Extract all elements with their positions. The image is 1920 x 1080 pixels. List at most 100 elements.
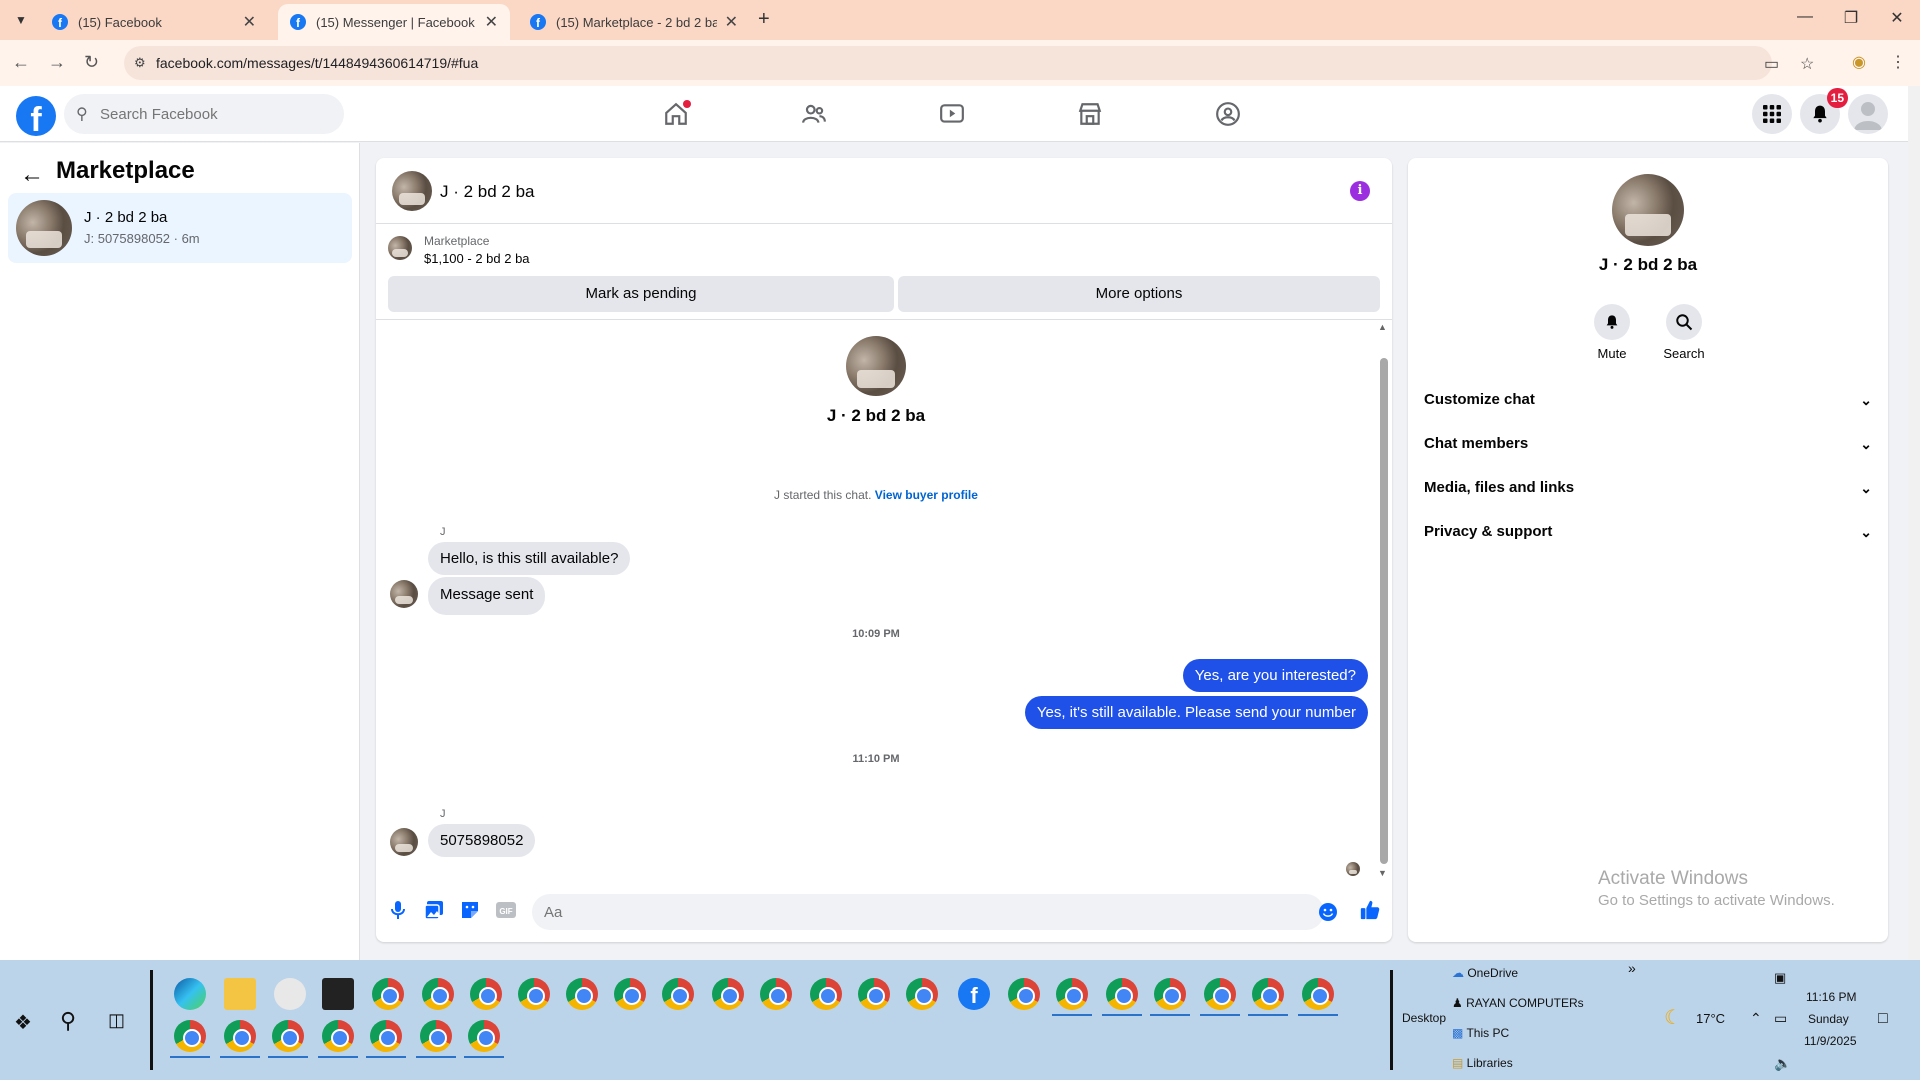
chrome-profile-icon[interactable] [1200, 978, 1240, 1016]
search-input[interactable] [100, 94, 330, 134]
incoming-message[interactable]: Hello, is this still available? [428, 542, 631, 575]
show-hidden-icons[interactable]: ⌃ [1750, 1010, 1762, 1027]
chrome-profile-icon[interactable] [366, 1020, 406, 1058]
chrome-profile-icon[interactable] [170, 1020, 210, 1058]
view-buyer-profile-link[interactable]: View buyer profile [875, 488, 978, 502]
close-tab-icon[interactable]: ✕ [485, 12, 498, 32]
folder-this-pc[interactable]: ▩ This PC [1452, 1026, 1509, 1040]
friends-nav[interactable] [796, 96, 832, 132]
gaming-nav[interactable] [1210, 96, 1246, 132]
back-arrow-icon[interactable]: ← [20, 161, 44, 189]
reload-icon[interactable]: ↻ [84, 52, 99, 73]
chrome-profile-icon[interactable] [662, 978, 694, 1010]
close-window-icon[interactable]: ✕ [1874, 8, 1920, 28]
install-app-icon[interactable]: ▭ [1764, 54, 1779, 74]
facebook-logo-icon[interactable]: f [16, 96, 56, 136]
meet-now-icon[interactable]: ▣ [1774, 970, 1786, 986]
conversation-item[interactable]: J · 2 bd 2 ba J: 5075898052 · 6m [8, 193, 352, 263]
chrome-profile-icon[interactable] [1150, 978, 1190, 1016]
marketplace-nav[interactable] [1072, 96, 1108, 132]
tab-messenger[interactable]: f (15) Messenger | Facebook ✕ [278, 4, 510, 40]
search-action[interactable]: Search [1654, 304, 1714, 361]
close-tab-icon[interactable]: ✕ [725, 12, 738, 32]
mute-button[interactable] [1594, 304, 1630, 340]
outgoing-message[interactable]: Yes, it's still available. Please send y… [1024, 696, 1368, 729]
info-icon[interactable]: i [1350, 181, 1370, 201]
facebook-app-icon[interactable]: f [958, 978, 990, 1010]
windows-start-icon[interactable]: ❖ [14, 1010, 32, 1035]
restore-icon[interactable]: ❐ [1828, 8, 1874, 28]
chrome-profile-icon[interactable] [470, 978, 502, 1010]
mark-pending-button[interactable]: Mark as pending [388, 276, 894, 312]
clock-date[interactable]: 11/9/2025 [1804, 1034, 1857, 1048]
address-bar[interactable]: ⚙ facebook.com/messages/t/14484943606147… [124, 46, 1814, 80]
chrome-profile-icon[interactable] [268, 1020, 308, 1058]
video-nav[interactable] [934, 96, 970, 132]
page-scrollbar[interactable] [1908, 86, 1920, 960]
chrome-profile-icon[interactable] [614, 978, 646, 1010]
scroll-down-icon[interactable]: ▼ [1378, 868, 1387, 878]
emoji-button[interactable] [1316, 900, 1340, 924]
scroll-up-icon[interactable]: ▲ [1378, 322, 1387, 332]
chrome-profile-icon[interactable] [1008, 978, 1040, 1010]
media-files-links-row[interactable]: Media, files and links ⌄ [1424, 466, 1872, 510]
attach-media-button[interactable] [422, 898, 446, 922]
search-box[interactable]: ⚲ [64, 94, 344, 134]
chrome-profile-icon[interactable] [422, 978, 454, 1010]
desktop-toolbar-label[interactable]: Desktop [1402, 1011, 1446, 1025]
tab-marketplace[interactable]: f (15) Marketplace - 2 bd 2 ba | F ✕ [518, 4, 750, 40]
chrome-profile-icon[interactable] [372, 978, 404, 1010]
sender-avatar[interactable] [390, 580, 418, 608]
sticker-button[interactable] [458, 898, 482, 922]
site-settings-icon[interactable]: ⚙ [134, 55, 146, 71]
close-tab-icon[interactable]: ✕ [243, 12, 256, 32]
back-icon[interactable]: ← [12, 52, 30, 73]
clock-day[interactable]: Sunday [1808, 1012, 1849, 1026]
like-button[interactable] [1358, 898, 1382, 922]
chat-members-row[interactable]: Chat members ⌄ [1424, 422, 1872, 466]
chrome-profile-icon[interactable] [416, 1020, 456, 1058]
chrome-profile-icon[interactable] [220, 1020, 260, 1058]
folder-onedrive[interactable]: ☁ OneDrive [1452, 966, 1518, 980]
chat-avatar[interactable] [392, 171, 432, 211]
task-view-icon[interactable]: ◫ [108, 1010, 125, 1031]
sticky-notes-icon[interactable] [322, 978, 354, 1010]
home-nav[interactable] [658, 96, 694, 132]
incoming-message[interactable]: 5075898052 [428, 824, 536, 857]
chrome-profile-icon[interactable] [518, 978, 550, 1010]
privacy-support-row[interactable]: Privacy & support ⌄ [1424, 510, 1872, 554]
listing-price[interactable]: $1,100 - 2 bd 2 ba [424, 251, 530, 266]
file-explorer-icon[interactable] [224, 978, 256, 1010]
chrome-profile-icon[interactable] [1102, 978, 1142, 1016]
bookmark-star-icon[interactable]: ☆ [1800, 54, 1814, 74]
gif-button[interactable]: GIF [494, 898, 518, 922]
outgoing-message[interactable]: Yes, are you interested? [1182, 659, 1368, 692]
folder-libraries[interactable]: ▤ Libraries [1452, 1056, 1513, 1070]
menu-kebab-icon[interactable]: ⋮ [1890, 52, 1906, 72]
scroll-thumb[interactable] [1380, 358, 1388, 864]
minimize-icon[interactable]: — [1782, 8, 1828, 26]
notifications-button[interactable]: 15 [1800, 88, 1848, 134]
menu-button[interactable] [1752, 94, 1792, 134]
volume-icon[interactable]: 🔈 [1774, 1055, 1791, 1072]
new-tab-button[interactable]: + [758, 8, 770, 31]
folder-user[interactable]: ♟ RAYAN COMPUTERs [1452, 996, 1584, 1010]
action-center-icon[interactable]: □ [1878, 1010, 1888, 1028]
url-text[interactable]: facebook.com/messages/t/1448494360614719… [156, 55, 478, 71]
chrome-profile-icon[interactable] [1298, 978, 1338, 1016]
chrome-profile-icon[interactable] [318, 1020, 358, 1058]
chrome-profile-icon[interactable] [760, 978, 792, 1010]
forward-icon[interactable]: → [48, 52, 66, 73]
toolbar-expand-icon[interactable]: » [1628, 960, 1636, 976]
tab-facebook[interactable]: f (15) Facebook ✕ [40, 4, 268, 40]
chrome-profile-icon[interactable] [566, 978, 598, 1010]
chrome-profile-icon[interactable] [464, 1020, 504, 1058]
chrome-profile-icon[interactable] [1248, 978, 1288, 1016]
more-options-button[interactable]: More options [898, 276, 1380, 312]
account-avatar[interactable] [1848, 94, 1888, 134]
snipping-tool-icon[interactable] [274, 978, 306, 1010]
voice-clip-button[interactable] [386, 898, 410, 922]
mute-action[interactable]: Mute [1582, 304, 1642, 361]
sender-avatar[interactable] [390, 828, 418, 856]
clock-time[interactable]: 11:16 PM [1806, 990, 1856, 1004]
